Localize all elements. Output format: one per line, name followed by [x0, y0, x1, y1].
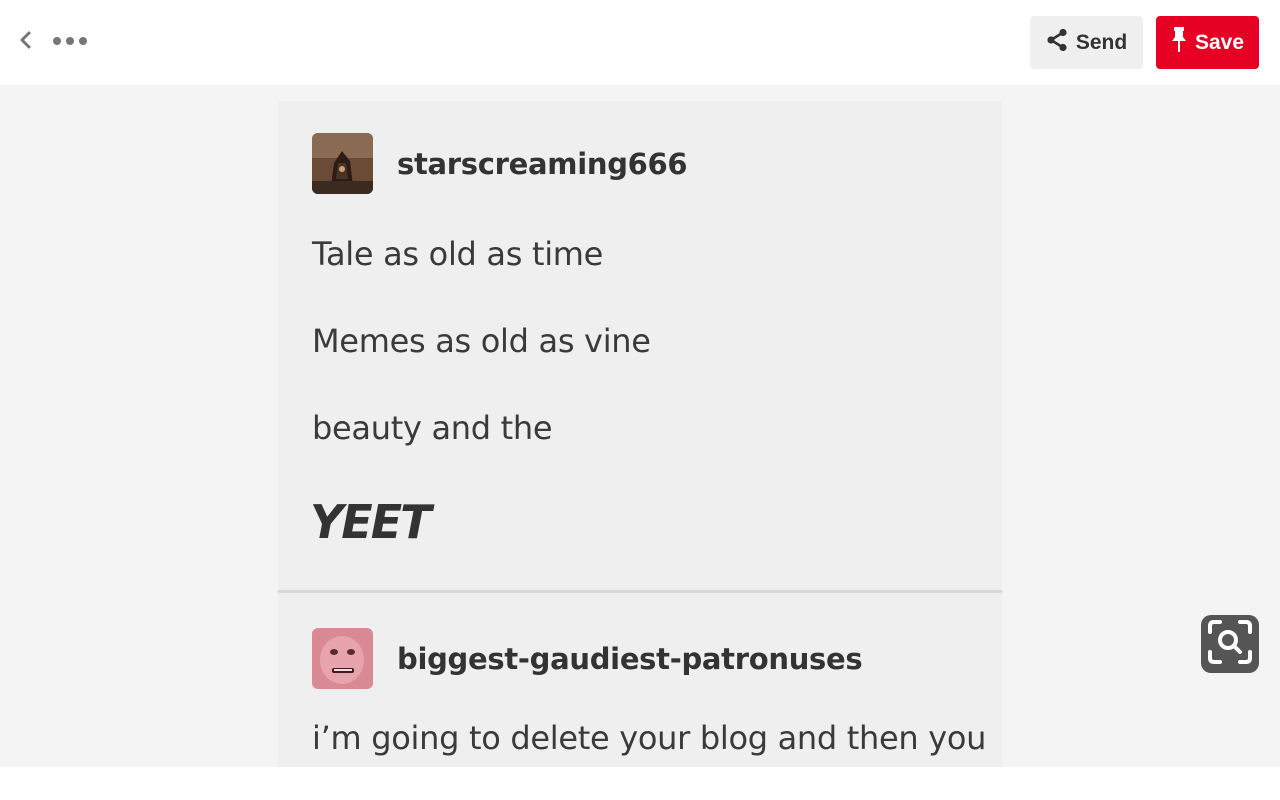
send-button[interactable]: Send — [1030, 16, 1143, 69]
send-button-label: Send — [1075, 30, 1128, 54]
back-button[interactable] — [12, 28, 40, 56]
post-text-line: beauty and the — [312, 409, 553, 447]
pin-icon — [1171, 26, 1187, 59]
avatar — [312, 133, 373, 194]
tumblr-post: starscreaming666 Tale as old as time Mem… — [278, 101, 1002, 591]
more-options-button[interactable] — [50, 28, 90, 56]
save-button-label: Save — [1194, 30, 1245, 54]
post-username: biggest-gaudiest-patronuses — [397, 642, 863, 676]
tumblr-reply: biggest-gaudiest-patronuses i’m going to… — [278, 593, 1002, 767]
visual-search-icon — [1207, 619, 1253, 670]
post-username: starscreaming666 — [397, 147, 688, 181]
chevron-left-icon — [18, 30, 34, 55]
share-icon — [1046, 28, 1068, 57]
avatar — [312, 628, 373, 689]
pin-image[interactable]: starscreaming666 Tale as old as time Mem… — [278, 101, 1002, 767]
post-emphasis-text: YEET — [310, 495, 432, 549]
ellipsis-icon — [52, 33, 88, 51]
pin-closeup-stage: starscreaming666 Tale as old as time Mem… — [0, 85, 1280, 767]
visual-search-button[interactable] — [1201, 615, 1259, 673]
top-bar: Send Save — [0, 0, 1280, 85]
post-text-line: Tale as old as time — [312, 235, 604, 273]
post-text-line: Memes as old as vine — [312, 322, 651, 360]
post-text-line: i’m going to delete your blog and then y… — [312, 719, 987, 757]
save-button[interactable]: Save — [1156, 16, 1259, 69]
bottom-strip — [0, 767, 1280, 800]
